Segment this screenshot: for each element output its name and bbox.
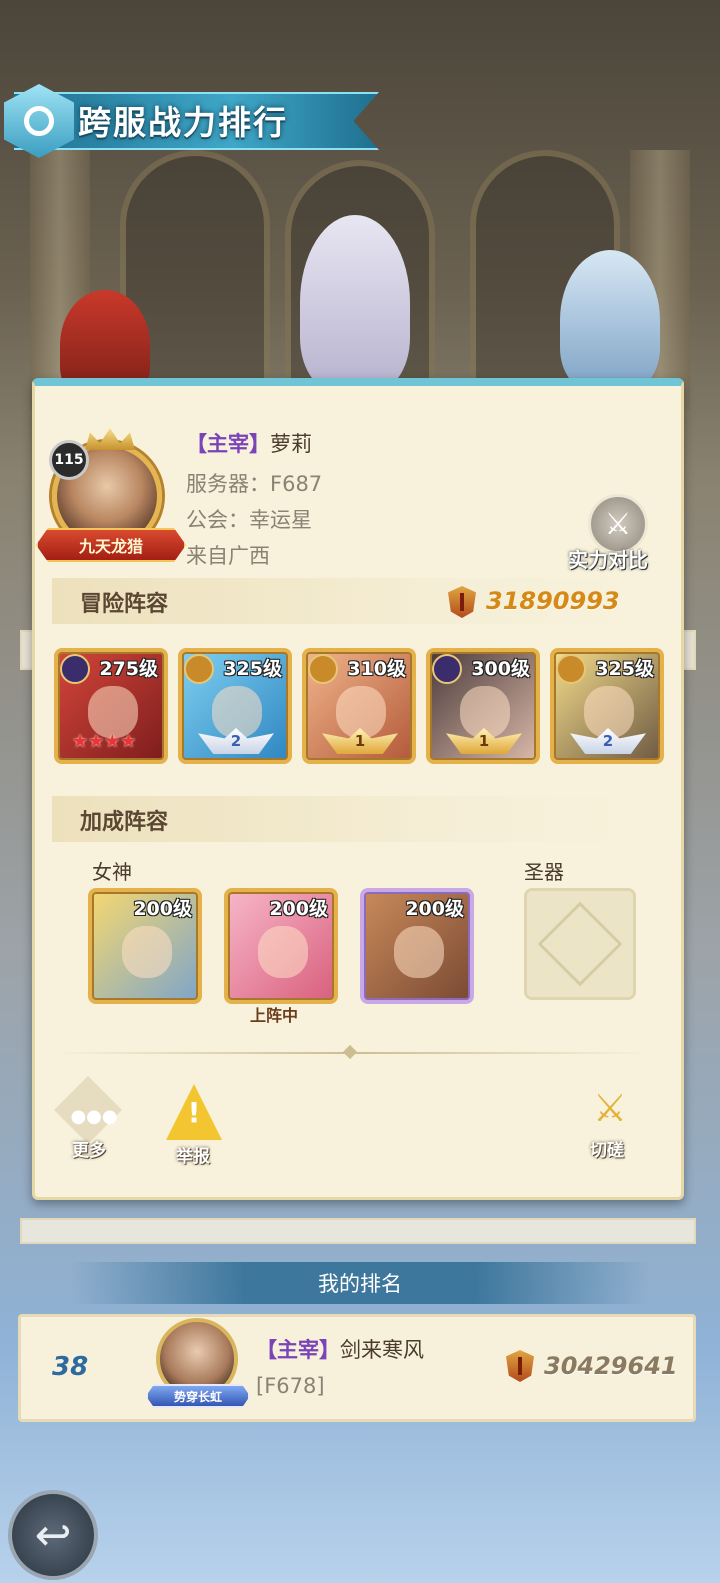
- spar-button[interactable]: 切磋: [590, 1136, 624, 1161]
- hero-level: 325级: [595, 658, 654, 680]
- goddess-card[interactable]: 200级: [360, 888, 474, 1004]
- hero-wing-badge: 1: [446, 728, 522, 754]
- goddess-level: 200级: [405, 898, 464, 920]
- goddess-status: 上阵中: [250, 1006, 299, 1025]
- class-icon: [556, 654, 586, 684]
- player-title-badge: 九天龙猎: [36, 528, 186, 562]
- class-icon: [60, 654, 90, 684]
- goddess-portrait: [394, 926, 444, 978]
- class-icon: [308, 654, 338, 684]
- adventure-power: 31890993: [486, 587, 620, 615]
- hero-wing-badge: 2: [198, 728, 274, 754]
- report-button[interactable]: 举报: [176, 1142, 210, 1167]
- player-tag: 【主宰】: [186, 432, 270, 456]
- hero-card[interactable]: 275级 ★★★★: [54, 648, 168, 764]
- crown-icon: [85, 428, 135, 450]
- my-rank-header: 我的排名: [70, 1262, 650, 1304]
- goddess-level: 200级: [133, 898, 192, 920]
- hero-card[interactable]: 300级 1: [426, 648, 540, 764]
- goddess-portrait: [258, 926, 308, 978]
- back-button[interactable]: ↩: [8, 1490, 98, 1580]
- goddess-level: 200级: [269, 898, 328, 920]
- my-tag: 【主宰】: [256, 1338, 340, 1362]
- hero-wing-badge: 2: [570, 728, 646, 754]
- page-title: 跨服战力排行: [78, 103, 288, 142]
- goddess-label: 女神: [92, 860, 132, 884]
- hero-stars: ★★★★: [72, 731, 137, 752]
- goddess-card[interactable]: 200级: [224, 888, 338, 1004]
- player-level-badge: 115: [49, 440, 89, 480]
- hero-card[interactable]: 325级 2: [550, 648, 664, 764]
- back-arrow-icon: ↩: [34, 1509, 72, 1561]
- hero-silhouette-right: [560, 250, 660, 390]
- artifact-placeholder-icon: [537, 901, 623, 987]
- hero-card[interactable]: 325级 2: [178, 648, 292, 764]
- hero-level: 275级: [99, 658, 158, 680]
- compare-label[interactable]: 实力对比: [568, 544, 648, 573]
- hero-level: 325级: [223, 658, 282, 680]
- goddess-portrait: [122, 926, 172, 978]
- hero-level: 300级: [471, 658, 530, 680]
- my-server: [F678]: [256, 1374, 325, 1398]
- my-name: 剑来寒风: [340, 1338, 424, 1362]
- hero-wing-badge: 1: [322, 728, 398, 754]
- hero-level: 310级: [347, 658, 406, 680]
- class-icon: [432, 654, 462, 684]
- player-guild: 公会：幸运星: [186, 508, 312, 532]
- more-button[interactable]: 更多: [72, 1136, 106, 1161]
- class-icon: [184, 654, 214, 684]
- hero-silhouette-center: [300, 215, 410, 390]
- list-row-background: [20, 1218, 696, 1244]
- artifact-label: 圣器: [524, 860, 564, 884]
- player-avatar[interactable]: 115 九天龙猎: [36, 428, 186, 566]
- player-origin: 来自广西: [186, 544, 270, 568]
- bonus-section-title: 加成阵容: [80, 810, 169, 835]
- player-name: 萝莉: [270, 432, 312, 456]
- goddess-card[interactable]: 200级: [88, 888, 202, 1004]
- my-name-line: 【主宰】剑来寒风: [256, 1334, 424, 1364]
- hero-card[interactable]: 310级 1: [302, 648, 416, 764]
- my-title-badge: 势穿长虹: [146, 1384, 250, 1408]
- my-rank-number: 38: [52, 1352, 89, 1382]
- swords-icon[interactable]: ⚔: [582, 1080, 638, 1136]
- adventure-section-title: 冒险阵容: [80, 592, 169, 617]
- my-power: 30429641: [544, 1352, 678, 1380]
- player-server: 服务器：F687: [186, 472, 323, 496]
- artifact-slot[interactable]: [524, 888, 636, 1000]
- player-name-line: 【主宰】萝莉: [186, 428, 312, 458]
- crossed-swords-icon: ⚔: [604, 506, 632, 542]
